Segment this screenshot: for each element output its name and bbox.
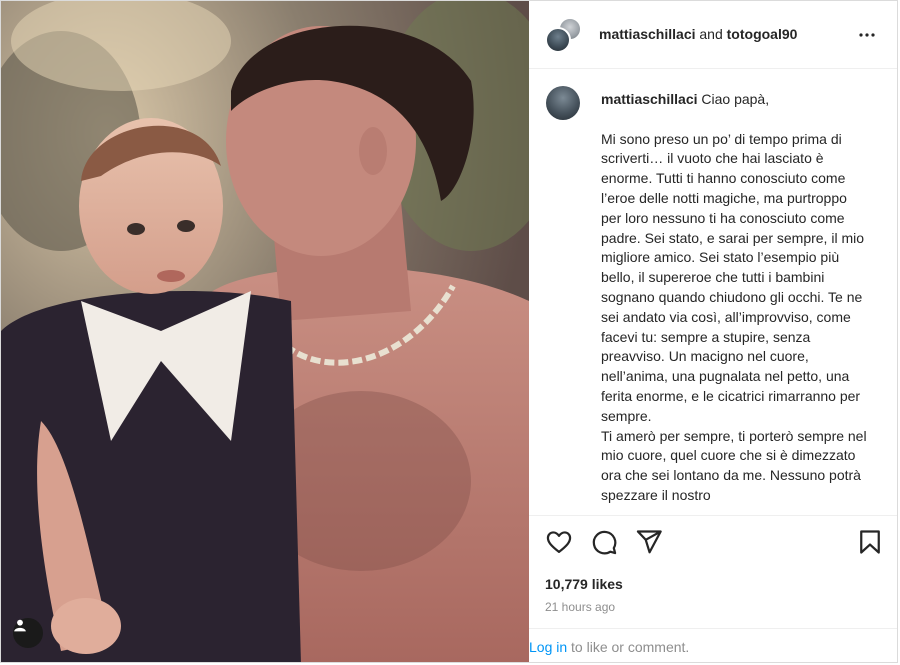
user-tag-icon[interactable]: [13, 618, 43, 648]
share-icon[interactable]: [635, 528, 663, 556]
action-bar: 10,779 likes 21 hours ago Log in to like…: [529, 515, 897, 662]
likes-count[interactable]: 10,779 likes: [545, 576, 623, 592]
caption-username[interactable]: mattiaschillaci: [601, 91, 698, 107]
caption-body: Ciao papà, Mi sono preso un po’ di tempo…: [601, 91, 867, 503]
login-rest: to like or comment.: [567, 639, 690, 655]
person-glyph: [14, 619, 26, 632]
comment-glyph: [592, 530, 617, 555]
caption-text: mattiaschillaci Ciao papà, Mi sono preso…: [601, 90, 871, 506]
caption-author-avatar[interactable]: [546, 86, 580, 120]
post-timestamp[interactable]: 21 hours ago: [545, 600, 615, 614]
heart-icon[interactable]: [545, 528, 573, 556]
comment-icon[interactable]: [590, 528, 618, 556]
heart-glyph: [546, 531, 572, 554]
photo-illustration: [1, 1, 529, 662]
caption-section[interactable]: mattiaschillaci Ciao papà, Mi sono preso…: [529, 70, 897, 515]
login-text: Log in to like or comment.: [529, 639, 689, 655]
header-usernames: mattiaschillaci and totogoal90: [599, 26, 797, 42]
post-dialog: mattiaschillaci and totogoal90 mattiasch…: [0, 0, 898, 663]
login-link[interactable]: Log in: [529, 639, 567, 655]
post-photo[interactable]: [1, 1, 529, 662]
collab-avatars[interactable]: [545, 17, 582, 53]
more-horizontal-icon[interactable]: [855, 23, 879, 47]
post-header: mattiaschillaci and totogoal90: [529, 1, 897, 69]
collaborator-username[interactable]: totogoal90: [727, 26, 798, 42]
share-glyph: [636, 530, 662, 554]
header-connector: and: [695, 26, 727, 42]
bookmark-glyph: [860, 530, 880, 554]
post-sidebar: mattiaschillaci and totogoal90 mattiasch…: [529, 1, 897, 662]
author-username[interactable]: mattiaschillaci: [599, 26, 696, 42]
more-glyph: [859, 33, 875, 37]
login-prompt: Log in to like or comment.: [529, 628, 897, 662]
author-avatar[interactable]: [545, 27, 571, 53]
bookmark-icon[interactable]: [856, 528, 884, 556]
